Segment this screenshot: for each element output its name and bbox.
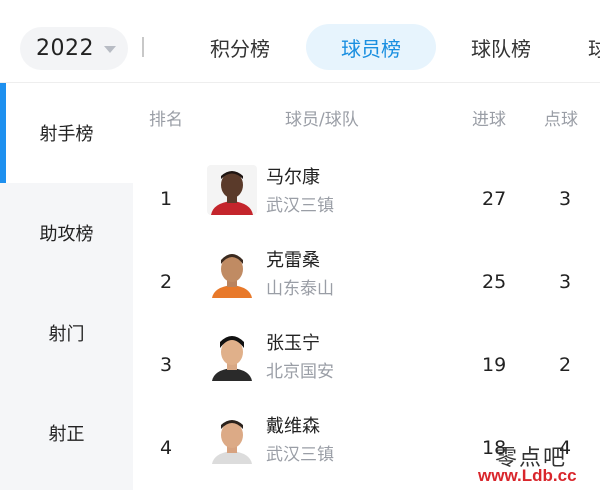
sidebar-item-label: 助攻榜 — [39, 224, 94, 245]
rank-value: 3 — [160, 354, 173, 376]
chevron-down-icon — [104, 46, 116, 53]
penalties-value: 3 — [559, 188, 572, 210]
sidebar-item-label: 射门 — [48, 324, 85, 345]
rank-value: 2 — [160, 271, 173, 293]
table-row[interactable]: 3 张玉宁 北京国安 19 2 — [133, 331, 600, 415]
column-header-player: 球员/球队 — [285, 110, 359, 130]
watermark-url: www.Ldb.cc — [478, 466, 577, 485]
player-team: 山东泰山 — [266, 279, 334, 299]
sidebar-item-shots[interactable]: 射门 — [0, 283, 133, 383]
goals-value: 19 — [482, 354, 507, 376]
tab-player-rankings[interactable]: 球员榜 — [306, 24, 436, 70]
sidebar-item-assists[interactable]: 助攻榜 — [0, 183, 133, 283]
sidebar-item-top-scorers[interactable]: 射手榜 — [0, 83, 133, 183]
table-row[interactable]: 2 克雷桑 山东泰山 25 3 — [133, 248, 600, 332]
rank-value: 4 — [160, 437, 173, 459]
rank-value: 1 — [160, 188, 173, 210]
category-sidebar: 射手榜 助攻榜 射门 射正 — [0, 83, 133, 490]
season-selector[interactable]: 2022 — [20, 27, 128, 70]
top-bar: 2022 积分榜 球员榜 球队榜 球 — [0, 0, 600, 83]
active-indicator — [0, 83, 6, 183]
player-name: 马尔康 — [266, 167, 320, 188]
player-team: 武汉三镇 — [266, 196, 334, 216]
player-avatar[interactable] — [207, 248, 257, 298]
column-header-goals: 进球 — [472, 110, 506, 130]
tab-standings[interactable]: 积分榜 — [194, 24, 286, 70]
sidebar-item-shots-on-target[interactable]: 射正 — [0, 383, 133, 483]
tab-divider — [142, 37, 144, 57]
goals-value: 25 — [482, 271, 507, 293]
tab-overflow[interactable]: 球 — [588, 24, 600, 70]
player-team: 武汉三镇 — [266, 445, 334, 465]
table-row[interactable]: 1 马尔康 武汉三镇 27 3 — [133, 165, 600, 249]
goals-value: 27 — [482, 188, 507, 210]
player-name: 戴维森 — [266, 416, 320, 437]
player-avatar[interactable] — [207, 414, 257, 464]
player-avatar[interactable] — [207, 165, 257, 215]
sidebar-item-label: 射正 — [48, 424, 85, 445]
tab-team-rankings[interactable]: 球队榜 — [455, 24, 547, 70]
season-value: 2022 — [36, 36, 94, 61]
penalties-value: 2 — [559, 354, 572, 376]
penalties-value: 3 — [559, 271, 572, 293]
column-header-rank: 排名 — [149, 110, 183, 130]
player-avatar[interactable] — [207, 331, 257, 381]
player-name: 克雷桑 — [266, 250, 320, 271]
player-team: 北京国安 — [266, 362, 334, 382]
sidebar-item-label: 射手榜 — [39, 124, 94, 145]
player-name: 张玉宁 — [266, 333, 320, 354]
scorers-table: 排名 球员/球队 进球 点球 1 马尔康 武汉三镇 27 3 2 克雷桑 山东泰… — [133, 83, 600, 490]
column-header-penalties: 点球 — [544, 110, 578, 130]
